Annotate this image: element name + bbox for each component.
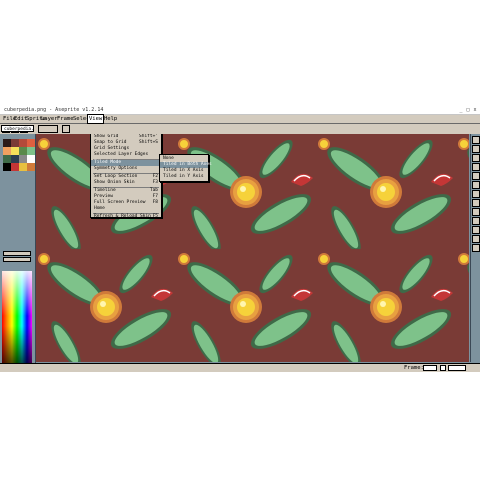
palette-swatch[interactable] [19, 163, 27, 171]
view-menu-item[interactable]: Symmetry Options [91, 166, 161, 172]
tool-button-icon[interactable] [472, 199, 480, 207]
palette-swatch[interactable] [19, 139, 27, 147]
tiled-mode-item[interactable]: Tiled in Y Axis [160, 174, 208, 180]
palette-swatch[interactable] [3, 155, 11, 163]
maximize-button[interactable]: □ [465, 108, 471, 113]
menu-view[interactable]: View [87, 114, 104, 124]
palette-swatch[interactable] [27, 163, 35, 171]
tool-button-icon[interactable] [472, 244, 480, 252]
view-menu-item[interactable]: Home [91, 206, 161, 212]
menu-item-label: Show Onion Skin [94, 180, 135, 185]
palette-swatch[interactable] [11, 155, 19, 163]
palette-swatch[interactable] [19, 147, 27, 155]
foreground-color[interactable] [3, 251, 31, 256]
menu-item-label: Home [94, 206, 105, 211]
menu-item-shortcut: F3 [152, 180, 158, 185]
menu-bar: File Edit Sprite Layer Frame Select View… [0, 114, 480, 124]
palette-swatch[interactable] [3, 147, 11, 155]
menu-item-label: Refresh & Reload Skin [94, 214, 151, 219]
palette-swatch[interactable] [11, 163, 19, 171]
sprite-canvas[interactable]: Duplicate ViewShow Pixel GridAlt+Shift+'… [36, 134, 469, 362]
palette-swatch[interactable] [3, 163, 11, 171]
tool-button-icon[interactable] [472, 190, 480, 198]
palette-swatch[interactable] [3, 139, 11, 147]
aseprite-window: cuberpedia.png - Aseprite v1.2.14 _ □ x … [0, 107, 480, 372]
tool-button-icon[interactable] [472, 181, 480, 189]
tab-spacer [0, 116, 2, 117]
ink-icon[interactable] [62, 125, 70, 133]
menu-item-label: Selected Layer Edges [94, 152, 149, 157]
menu-item-label: Symmetry Options [94, 166, 138, 171]
palette-swatch[interactable] [11, 139, 19, 147]
context-toolbar [0, 124, 480, 134]
palette-swatch[interactable] [27, 139, 35, 147]
tool-button-icon[interactable] [472, 145, 480, 153]
palette-swatch[interactable] [27, 147, 35, 155]
zoom-input[interactable] [448, 365, 466, 371]
zoom-out-button[interactable] [440, 365, 446, 371]
frame-input[interactable] [423, 365, 437, 371]
status-bar: Frame: [0, 363, 480, 372]
palette-swatch[interactable] [11, 147, 19, 155]
menu-item-label: Tiled in Y Axis [163, 174, 204, 179]
frame-label: Frame: [404, 365, 424, 371]
opacity-slider[interactable] [38, 125, 58, 133]
close-button[interactable]: x [472, 108, 478, 113]
title-bar: cuberpedia.png - Aseprite v1.2.14 _ □ x [0, 107, 480, 115]
palette-swatch[interactable] [27, 155, 35, 163]
tool-button-icon[interactable] [472, 172, 480, 180]
menu-item-shortcut: F5 [152, 214, 158, 219]
document-tab[interactable]: cuberpedia.png [1, 125, 34, 132]
tool-button-icon[interactable] [472, 217, 480, 225]
tiled-mode-submenu: None Tiled in Both Axes Tiled in X Axis Til… [159, 154, 212, 182]
tool-button-icon[interactable] [472, 154, 480, 162]
left-palette-panel: cuberpedia.png [0, 125, 36, 372]
tool-button-icon[interactable] [472, 163, 480, 171]
view-menu-item[interactable]: Selected Layer Edges [91, 152, 161, 158]
tool-button-icon[interactable] [472, 226, 480, 234]
tool-button-icon[interactable] [472, 235, 480, 243]
tool-button-icon[interactable] [472, 208, 480, 216]
window-title: cuberpedia.png - Aseprite v1.2.14 [4, 107, 104, 113]
palette-swatch[interactable] [19, 155, 27, 163]
view-menu-item[interactable]: Show Onion Skin F3 [91, 180, 161, 186]
menu-help[interactable]: Help [103, 115, 118, 123]
minimize-button[interactable]: _ [458, 108, 464, 113]
view-menu: Duplicate ViewShow Pixel GridAlt+Shift+'… [90, 134, 162, 220]
color-spectrum[interactable] [2, 271, 32, 371]
view-menu-item[interactable]: Refresh & Reload Skin F5 [91, 214, 161, 220]
right-toolbox [470, 134, 480, 362]
tool-button-icon[interactable] [472, 136, 480, 144]
background-color[interactable] [3, 257, 31, 262]
